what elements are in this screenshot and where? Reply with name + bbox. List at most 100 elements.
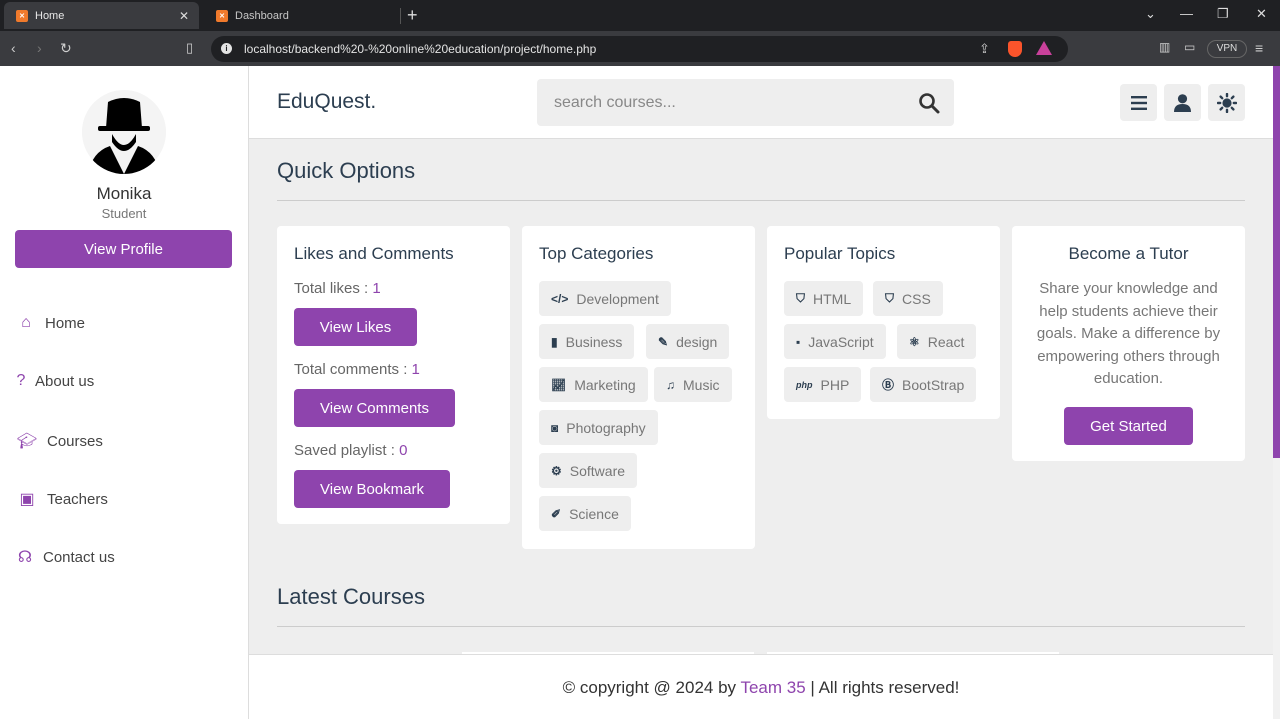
card-title: Likes and Comments: [294, 244, 454, 263]
category-photography[interactable]: ◙ Photography: [539, 410, 658, 445]
tab-home[interactable]: ✕ Home ✕: [4, 2, 199, 29]
footer-team-link[interactable]: Team 35: [740, 678, 805, 697]
tab-dashboard[interactable]: ✕ Dashboard: [204, 2, 396, 29]
forward-icon[interactable]: ›: [37, 40, 42, 56]
sidebar-item-courses[interactable]: 🎓︎ Courses: [15, 431, 103, 451]
vpn-button[interactable]: VPN: [1207, 40, 1247, 58]
sun-icon: [1216, 92, 1237, 113]
stat-value: 1: [411, 361, 420, 378]
sidebar-toggle-icon[interactable]: ▥: [1159, 40, 1170, 54]
xampp-favicon-icon: ✕: [16, 9, 28, 22]
browser-tab-bar: ✕ Home ✕ ✕ Dashboard + ⌄ — ❐ ✕: [0, 0, 1280, 31]
card-title: Top Categories: [539, 244, 654, 263]
camera-icon: ◙: [551, 420, 559, 435]
share-icon[interactable]: ⇪: [979, 41, 990, 57]
logo[interactable]: EduQuest.: [277, 90, 376, 114]
search-input[interactable]: [537, 79, 907, 126]
wallet-icon[interactable]: ▭: [1184, 40, 1195, 54]
card-title: Popular Topics: [784, 244, 896, 263]
tab-divider: [400, 8, 401, 24]
user-button[interactable]: [1164, 84, 1201, 121]
chip-label: BootStrap: [902, 376, 965, 393]
close-tab-icon[interactable]: ✕: [179, 9, 189, 23]
headset-icon: ☊: [17, 549, 33, 566]
chip-label: CSS: [902, 290, 931, 307]
category-development[interactable]: </> Development: [539, 281, 671, 316]
restore-icon[interactable]: ❐: [1217, 6, 1229, 22]
site-info-icon[interactable]: i: [221, 43, 232, 54]
gear-icon: ⚙: [551, 463, 562, 478]
topic-html[interactable]: ⛉ HTML: [784, 281, 864, 316]
sidebar-item-label: Courses: [47, 432, 103, 450]
sidebar-item-about[interactable]: ? About us: [15, 372, 95, 390]
close-window-icon[interactable]: ✕: [1256, 6, 1267, 22]
theme-toggle-button[interactable]: [1208, 84, 1245, 121]
incognito-avatar-icon: [82, 90, 166, 174]
menu-icon[interactable]: ≡: [1255, 40, 1263, 56]
card-title: Become a Tutor: [1068, 244, 1189, 263]
stat-value: 0: [399, 442, 408, 459]
category-design[interactable]: ✎ design: [646, 324, 730, 359]
header: EduQuest.: [249, 66, 1273, 139]
reload-icon[interactable]: ↻: [60, 40, 72, 57]
sidebar-item-home[interactable]: ⌂ Home: [15, 314, 85, 332]
search-box: [537, 79, 954, 126]
topic-javascript[interactable]: ▪ JavaScript: [784, 324, 886, 359]
profile-role: Student: [101, 206, 147, 221]
view-likes-button[interactable]: View Likes: [294, 308, 417, 346]
chip-label: Music: [683, 376, 720, 393]
sidebar-item-label: Contact us: [43, 548, 115, 566]
category-software[interactable]: ⚙ Software: [539, 453, 638, 488]
url-text[interactable]: localhost/backend%20-%20online%20educati…: [244, 42, 596, 56]
browser-toolbar: ‹ › ↻ ▯ i localhost/backend%20-%20online…: [0, 31, 1280, 66]
topic-css[interactable]: ⛉ CSS: [873, 281, 943, 316]
bookmark-icon[interactable]: ▯: [186, 40, 193, 56]
view-comments-button[interactable]: View Comments: [294, 389, 455, 427]
chip-label: Software: [569, 462, 626, 479]
music-icon: ♫: [666, 377, 675, 392]
sidebar-item-contact[interactable]: ☊ Contact us: [15, 547, 115, 567]
xampp-favicon-icon: ✕: [216, 9, 228, 22]
address-bar[interactable]: i localhost/backend%20-%20online%20educa…: [211, 36, 1068, 62]
brave-rewards-icon[interactable]: [1036, 41, 1052, 55]
avatar: [82, 90, 166, 174]
total-comments: Total comments : 1: [294, 361, 420, 378]
category-business[interactable]: ▮ Business: [539, 324, 635, 359]
tab-list-chevron-icon[interactable]: ⌄: [1145, 6, 1156, 22]
chip-label: HTML: [813, 290, 852, 307]
php-icon: php: [796, 379, 813, 390]
tab-label: Home: [35, 9, 65, 22]
category-music[interactable]: ♫ Music: [654, 367, 732, 402]
view-bookmark-button[interactable]: View Bookmark: [294, 470, 450, 508]
popular-topics-card: Popular Topics ⛉ HTML ⛉ CSS ▪ JavaScript ⚛ R…: [767, 226, 1000, 419]
category-science[interactable]: ✐ Science: [539, 496, 631, 531]
category-marketing[interactable]: 📈︎ Marketing: [539, 367, 648, 402]
new-tab-icon[interactable]: +: [407, 5, 418, 26]
topic-react[interactable]: ⚛ React: [897, 324, 977, 359]
scrollbar-thumb[interactable]: [1273, 66, 1280, 458]
view-profile-button[interactable]: View Profile: [15, 230, 232, 268]
chip-label: Marketing: [574, 376, 636, 393]
sidebar-item-teachers[interactable]: ▣ Teachers: [15, 489, 107, 509]
chart-icon: ▮: [551, 334, 558, 349]
get-started-button[interactable]: Get Started: [1064, 407, 1193, 445]
latest-courses-title: Latest Courses: [277, 584, 425, 609]
search-icon[interactable]: [917, 91, 941, 115]
scrollbar-track[interactable]: [1273, 458, 1280, 719]
brave-shields-icon[interactable]: [1008, 41, 1022, 57]
css3-icon: ⛉: [885, 291, 895, 305]
chip-label: design: [676, 333, 718, 350]
footer-rights: | All rights reserved!: [805, 678, 960, 697]
topic-php[interactable]: php PHP: [784, 367, 862, 402]
menu-toggle-button[interactable]: [1120, 84, 1157, 121]
graduation-cap-icon: 🎓︎: [16, 433, 38, 450]
minimize-icon[interactable]: —: [1180, 6, 1193, 21]
code-icon: </>: [551, 291, 569, 306]
chip-label: JavaScript: [808, 333, 874, 350]
likes-comments-card: Likes and Comments Total likes : 1 View …: [277, 226, 510, 524]
home-icon: ⌂: [21, 314, 31, 331]
back-icon[interactable]: ‹: [11, 40, 16, 56]
topic-bootstrap[interactable]: Ⓑ BootStrap: [870, 367, 977, 402]
sidebar-item-label: Home: [45, 314, 86, 332]
quick-options-title: Quick Options: [277, 158, 416, 183]
